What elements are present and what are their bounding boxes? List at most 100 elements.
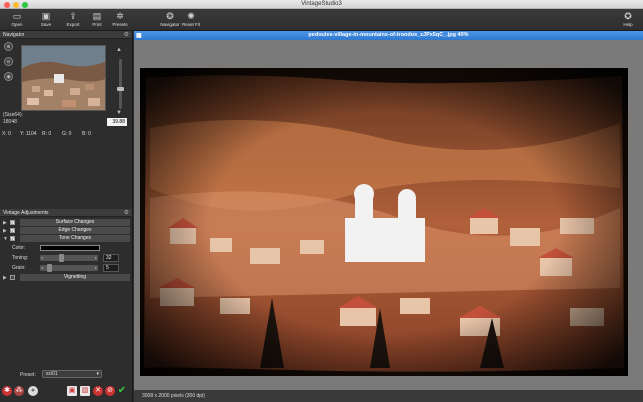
toning-row: Toning: ◂ ▸ 32	[0, 253, 132, 263]
presets-button[interactable]: ✲ Presets	[107, 10, 133, 30]
main-toolbar: ▭ Open ▣ Save ⇪ Export ▤ Print ✲ Presets…	[0, 9, 643, 31]
help-label: Help	[623, 22, 633, 27]
export-button[interactable]: ⇪ Export	[60, 10, 86, 30]
bottom-action-bar: ✱ ⁂ ● ▣ ▧ ✕ ⊘ ✔	[0, 382, 133, 402]
fit-view-button[interactable]: ◉	[4, 72, 13, 81]
help-button[interactable]: ✪ Help	[615, 10, 641, 30]
reset-fit-label: Reset Fit	[181, 22, 200, 27]
toning-slider-knob[interactable]	[59, 254, 65, 262]
grain-value-field[interactable]: 5	[103, 264, 119, 272]
edge-changes-row[interactable]: ▶ ✓ Edge Changes	[2, 227, 130, 234]
vignetting-checkbox[interactable]	[10, 275, 15, 280]
cancel-icon[interactable]: ✕	[93, 386, 103, 396]
tone-changes-row[interactable]: ▼ ✓ Tone Changes	[2, 235, 130, 242]
size-value: 18048	[3, 119, 17, 125]
panel-spacer	[0, 139, 132, 209]
surface-changes-checkbox[interactable]: ✓	[10, 220, 15, 225]
status-bar: 3008 x 2000 pixels (300 dpi)	[134, 390, 643, 402]
navigator-panel: ⊕ ⊖ ◉ ▲ ▼ (Size64): 18048 39.88	[0, 39, 132, 131]
save-button[interactable]: ▣ Save	[33, 10, 59, 30]
tone-changes-checkbox[interactable]: ✓	[10, 236, 15, 241]
reset-icon[interactable]: ●	[28, 386, 38, 396]
open-button[interactable]: ▭ Open	[4, 10, 30, 30]
disclosure-triangle-icon[interactable]: ▶	[3, 228, 7, 234]
zoom-slider[interactable]	[117, 59, 124, 109]
reset-fit-button[interactable]: ✺ Reset Fit	[178, 10, 204, 30]
readout-r: R: 0	[42, 131, 52, 137]
window-title: VintageStudio3	[301, 1, 342, 7]
color-row: Color:	[0, 243, 132, 253]
slider-left-arrow-icon[interactable]: ◂	[41, 255, 43, 261]
gear-icon[interactable]: ⚙	[124, 209, 129, 217]
navigator-thumbnail[interactable]	[21, 45, 106, 111]
zoom-value-field[interactable]: 39.88	[107, 118, 127, 126]
thumbnail-image	[22, 46, 105, 110]
zoom-slider-knob[interactable]	[117, 87, 124, 91]
document-titlebar: ▦ pedoules-village-in-mountains-of-trood…	[134, 31, 643, 40]
readout-x: X: 0	[2, 131, 11, 137]
surface-changes-label[interactable]: Surface Changes	[20, 219, 130, 226]
print-label: Print	[92, 22, 102, 27]
document-title: pedoules-village-in-mountains-of-troodos…	[308, 32, 469, 38]
toning-label: Toning:	[12, 255, 29, 261]
slider-right-arrow-icon[interactable]: ▸	[95, 255, 97, 261]
zoom-max-icon: ▲	[116, 47, 122, 53]
preset-value: sci01	[46, 371, 58, 377]
surface-changes-row[interactable]: ▶ ✓ Surface Changes	[2, 219, 130, 226]
grain-row: Grain: ◂ ▸ 5	[0, 263, 132, 273]
vintage-adjustments-label: Vintage Adjustments	[3, 210, 49, 216]
export-icon: ⇪	[69, 11, 77, 21]
disclosure-triangle-open-icon[interactable]: ▼	[3, 236, 8, 242]
readout-g: G: 0	[62, 131, 72, 137]
save-label: Save	[40, 22, 52, 27]
tone-changes-label[interactable]: Tone Changes	[20, 235, 130, 242]
size-label: (Size64):	[3, 112, 24, 118]
compare-icon[interactable]: ▧	[80, 386, 90, 396]
open-label: Open	[11, 22, 23, 27]
left-panel: Navigator ⚙ ⊕ ⊖ ◉ ▲ ▼ (Size64): 18048 39…	[0, 31, 133, 402]
edited-photo	[140, 68, 628, 376]
grain-slider-knob[interactable]	[47, 264, 53, 272]
readout-y: Y: 1104	[20, 131, 37, 137]
slider-right-arrow-icon[interactable]: ▸	[95, 265, 97, 271]
toning-value-field[interactable]: 32	[103, 254, 119, 262]
navigator-header-label: Navigator	[3, 32, 25, 38]
delete-icon[interactable]: ⊘	[105, 386, 115, 396]
apply-check-icon[interactable]: ✔	[117, 386, 127, 396]
chevron-down-icon: ▾	[96, 371, 99, 377]
window-titlebar: VintageStudio3	[0, 0, 643, 9]
gear-icon[interactable]: ⚙	[124, 31, 129, 39]
edge-changes-checkbox[interactable]: ✓	[10, 228, 15, 233]
disclosure-triangle-icon[interactable]: ▶	[3, 275, 7, 281]
vintage-adjustments-header: Vintage Adjustments ⚙	[0, 209, 132, 217]
slider-left-arrow-icon[interactable]: ◂	[41, 265, 43, 271]
gear-icon: ✺	[187, 11, 195, 21]
preset-label: Preset:	[20, 372, 36, 378]
zoom-in-button[interactable]: ⊕	[4, 42, 13, 51]
clear-icon[interactable]: ✱	[2, 386, 12, 396]
grain-label: Grain:	[12, 265, 26, 271]
vignetting-label[interactable]: Vignetting	[20, 274, 130, 281]
save-icon: ▣	[41, 11, 51, 21]
help-icon: ✪	[624, 11, 632, 21]
edge-changes-label[interactable]: Edge Changes	[20, 227, 130, 234]
grain-slider[interactable]: ◂ ▸	[40, 264, 98, 272]
export-label: Export	[66, 22, 80, 27]
folder-icon: ▭	[12, 11, 22, 21]
disclosure-triangle-icon[interactable]: ▶	[3, 220, 7, 226]
preset-select[interactable]: sci01 ▾	[42, 370, 102, 378]
navigator-label: Navigator	[160, 22, 180, 27]
snapshot-icon[interactable]: ▣	[67, 386, 77, 396]
vignetting-row[interactable]: ▶ Vignetting	[2, 274, 130, 281]
random-icon[interactable]: ⁂	[14, 386, 24, 396]
navigator-header: Navigator ⚙	[0, 31, 132, 39]
pixel-readout: X: 0 Y: 1104 R: 0 G: 0 B: 0	[0, 131, 132, 139]
presets-icon: ✲	[116, 11, 124, 21]
toning-slider[interactable]: ◂ ▸	[40, 254, 98, 262]
presets-label: Presets	[112, 22, 128, 27]
image-canvas[interactable]	[134, 40, 643, 390]
color-label: Color:	[12, 245, 26, 251]
readout-b: B: 0	[82, 131, 91, 137]
color-swatch[interactable]	[40, 245, 100, 251]
zoom-out-button[interactable]: ⊖	[4, 57, 13, 66]
